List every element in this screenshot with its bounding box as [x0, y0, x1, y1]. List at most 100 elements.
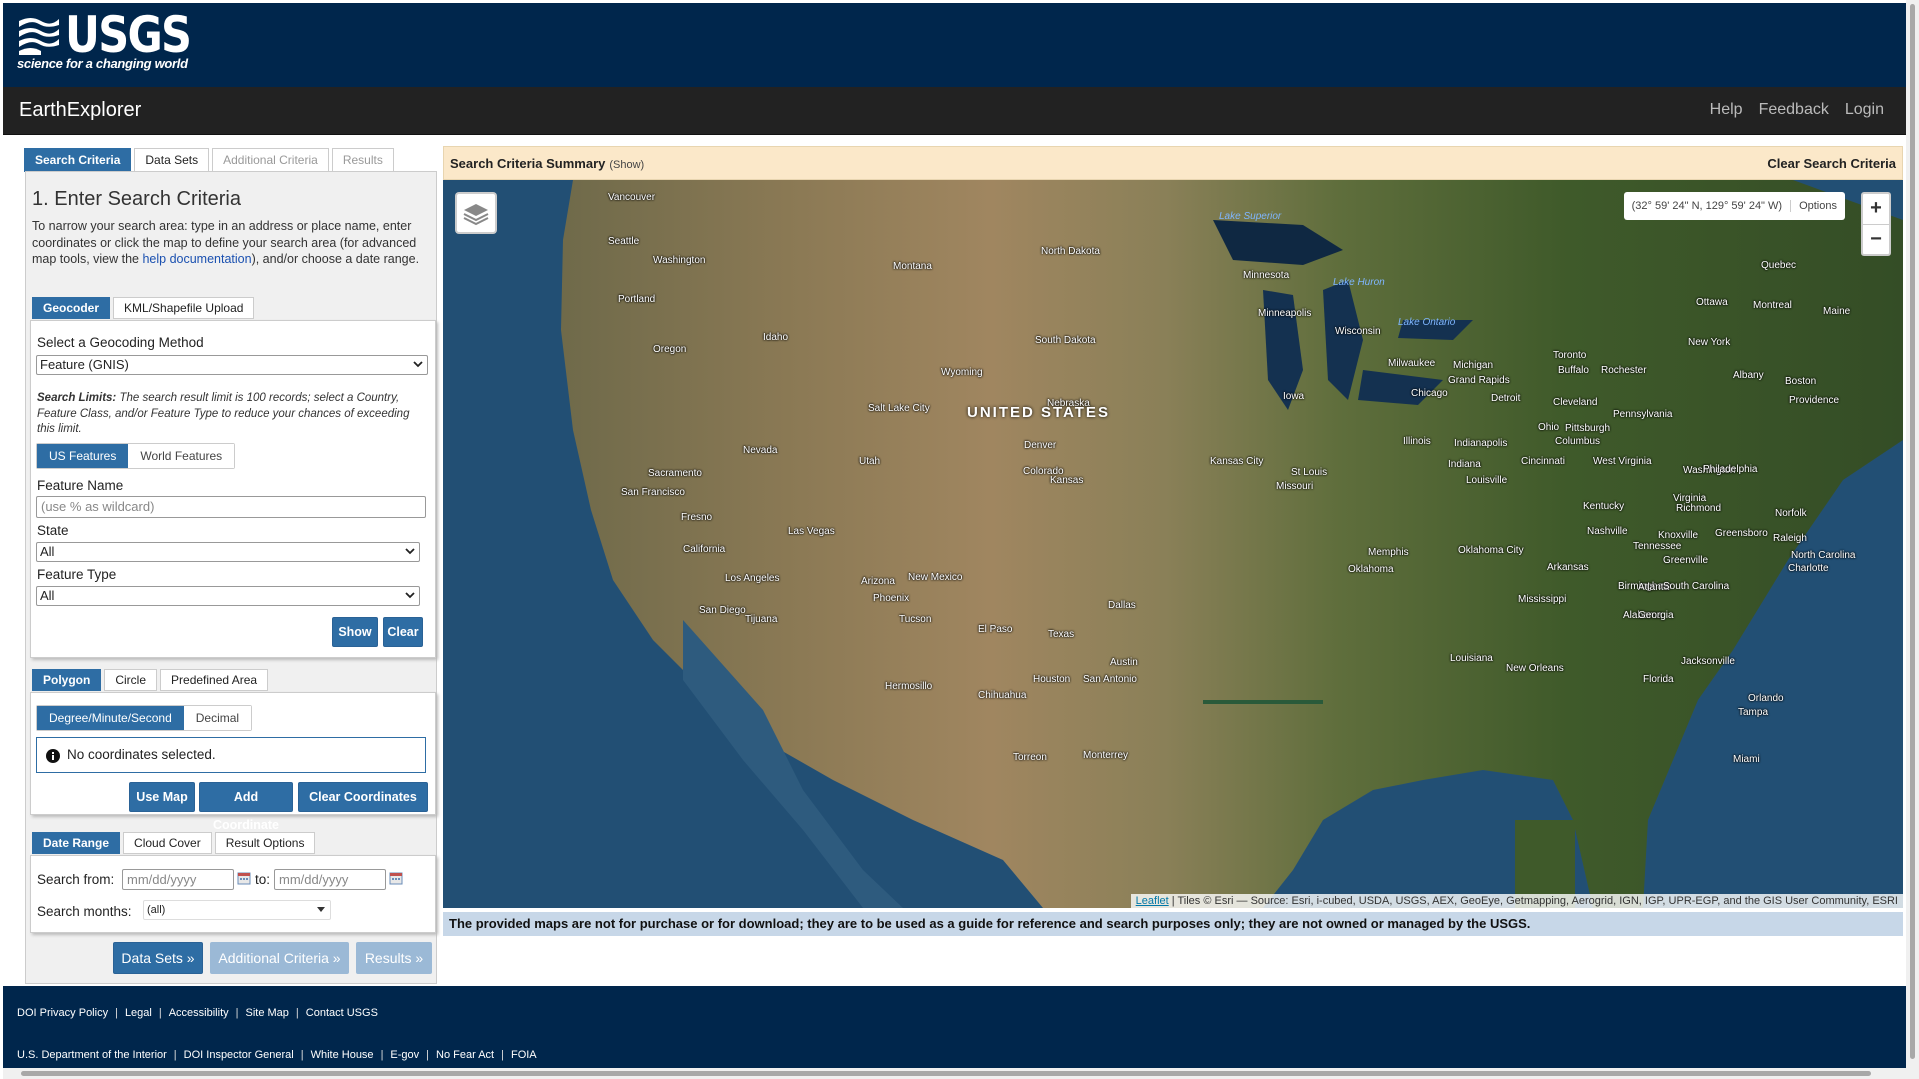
tab-kml-upload[interactable]: KML/Shapefile Upload: [113, 297, 255, 319]
area-box: Degree/Minute/Second Decimal No coordina…: [30, 692, 436, 832]
map-place-label: Vancouver: [608, 192, 656, 203]
clear-coordinates-button[interactable]: Clear Coordinates: [298, 782, 428, 812]
chevron-down-icon: [413, 361, 423, 368]
feature-type-select[interactable]: All: [36, 586, 420, 606]
vertical-scrollbar[interactable]: [1906, 0, 1919, 1079]
tab-circle[interactable]: Circle: [104, 669, 158, 691]
footer-link[interactable]: DOI Privacy Policy: [17, 1007, 108, 1019]
feedback-link[interactable]: Feedback: [1759, 101, 1829, 119]
map-place-label: Salt Lake City: [868, 403, 930, 414]
usgs-wave-icon: [19, 18, 59, 55]
map-place-label: Hermosillo: [885, 681, 933, 692]
map-place-label: Norfolk: [1775, 508, 1807, 519]
tab-cloud-cover[interactable]: Cloud Cover: [123, 832, 212, 854]
us-features-button[interactable]: US Features: [37, 444, 129, 468]
intro-text: To narrow your search area: type in an a…: [32, 219, 420, 266]
clear-search-criteria-link[interactable]: Clear Search Criteria: [1767, 156, 1896, 171]
calendar-icon[interactable]: [237, 871, 251, 885]
footer-link[interactable]: DOI Inspector General: [184, 1049, 294, 1061]
footer-links-secondary: U.S. Department of the Interior | DOI Ins…: [17, 1049, 537, 1061]
map-place-label: Monterrey: [1083, 750, 1129, 761]
calendar-icon[interactable]: [389, 871, 403, 885]
login-link[interactable]: Login: [1845, 101, 1884, 119]
map-place-label: Chihuahua: [978, 690, 1027, 701]
tab-geocoder[interactable]: Geocoder: [32, 297, 111, 319]
world-features-button[interactable]: World Features: [128, 444, 235, 468]
show-button[interactable]: Show: [332, 617, 378, 647]
app-title[interactable]: EarthExplorer: [19, 99, 141, 122]
map-place-label: Sacramento: [648, 468, 702, 479]
footer-link[interactable]: Site Map: [245, 1007, 288, 1019]
layers-control[interactable]: [455, 192, 497, 234]
help-documentation-link[interactable]: help documentation: [142, 252, 251, 266]
help-link[interactable]: Help: [1710, 101, 1743, 119]
geocoder-box: Select a Geocoding Method Feature (GNIS)…: [30, 320, 436, 658]
tab-polygon[interactable]: Polygon: [32, 669, 102, 691]
date-to-input[interactable]: mm/dd/yyyy: [274, 869, 386, 890]
layers-icon: [463, 204, 489, 226]
clear-button[interactable]: Clear: [383, 617, 423, 647]
footer-link[interactable]: FOIA: [511, 1049, 537, 1061]
tab-date-range[interactable]: Date Range: [32, 832, 121, 854]
results-next-button[interactable]: Results »: [356, 942, 432, 974]
map-place-label: Las Vegas: [788, 526, 835, 537]
additional-criteria-next-button[interactable]: Additional Criteria »: [210, 942, 349, 974]
feature-name-label: Feature Name: [37, 478, 124, 493]
footer-link[interactable]: White House: [311, 1049, 374, 1061]
area-tabs: Polygon Circle Predefined Area: [32, 669, 269, 691]
search-months-select[interactable]: (all): [143, 900, 331, 920]
footer-link[interactable]: Legal: [125, 1007, 152, 1019]
dms-button[interactable]: Degree/Minute/Second: [37, 706, 184, 730]
horizontal-scrollbar[interactable]: [3, 1068, 1906, 1079]
map-place-label: New Mexico: [908, 572, 963, 583]
footer-link[interactable]: Accessibility: [169, 1007, 229, 1019]
tab-search-criteria[interactable]: Search Criteria: [24, 148, 132, 172]
map-place-label: North Dakota: [1041, 246, 1100, 257]
use-map-button[interactable]: Use Map: [129, 782, 195, 812]
state-select[interactable]: All: [36, 542, 420, 562]
date-from-input[interactable]: mm/dd/yyyy: [122, 869, 234, 890]
geocoding-method-select[interactable]: Feature (GNIS): [36, 355, 428, 375]
footer-link[interactable]: No Fear Act: [436, 1049, 494, 1061]
map-place-label: Pennsylvania: [1613, 409, 1673, 420]
map-place-label: Dallas: [1108, 600, 1136, 611]
map-place-label: Minneapolis: [1258, 308, 1312, 319]
map-place-label: Illinois: [1403, 436, 1431, 447]
summary-show-link[interactable]: (Show): [609, 159, 644, 171]
map-place-label: Maine: [1823, 306, 1851, 317]
tab-results[interactable]: Results: [331, 148, 394, 172]
footer-link[interactable]: U.S. Department of the Interior: [17, 1049, 167, 1061]
map-place-label: Torreon: [1013, 752, 1047, 763]
map-view[interactable]: Vancouver Seattle Washington Portland Oregon…: [443, 180, 1903, 908]
zoom-control: + −: [1861, 192, 1891, 256]
lake-label: Lake Huron: [1333, 277, 1385, 288]
map-place-label: Chicago: [1411, 388, 1448, 399]
add-coordinate-button[interactable]: Add Coordinate: [199, 782, 293, 832]
chevron-down-icon: [405, 548, 415, 555]
data-sets-next-button[interactable]: Data Sets »: [113, 942, 203, 974]
map-place-label: Quebec: [1761, 260, 1797, 271]
date-tabs: Date Range Cloud Cover Result Options: [32, 832, 316, 854]
tab-predefined-area[interactable]: Predefined Area: [160, 669, 269, 691]
tab-data-sets[interactable]: Data Sets: [134, 148, 210, 172]
summary-title: Search Criteria Summary (Show): [450, 156, 645, 171]
map-place-label: Los Angeles: [725, 573, 780, 584]
zoom-in-button[interactable]: +: [1863, 194, 1889, 224]
zoom-out-button[interactable]: −: [1863, 224, 1889, 254]
info-icon: [46, 749, 60, 763]
map-place-label: Grand Rapids: [1448, 375, 1510, 386]
search-criteria-summary: Search Criteria Summary (Show) Clear Sear…: [443, 146, 1903, 180]
leaflet-link[interactable]: Leaflet: [1136, 895, 1169, 907]
map-place-label: Raleigh: [1773, 533, 1807, 544]
footer-link[interactable]: Contact USGS: [306, 1007, 378, 1019]
usgs-logo[interactable]: USGS science for a changing world: [17, 10, 211, 71]
decimal-button[interactable]: Decimal: [183, 706, 252, 730]
tab-additional-criteria[interactable]: Additional Criteria: [212, 148, 329, 172]
feature-name-input[interactable]: (use % as wildcard): [36, 496, 426, 518]
tab-result-options[interactable]: Result Options: [214, 832, 316, 854]
map-options-button[interactable]: Options: [1790, 200, 1845, 212]
search-limits-note: Search Limits: The search result limit i…: [37, 392, 410, 435]
footer-link[interactable]: E-gov: [390, 1049, 419, 1061]
map-place-label: West Virginia: [1593, 456, 1652, 467]
footer-links-primary: DOI Privacy Policy | Legal | Accessibility…: [17, 1007, 378, 1019]
